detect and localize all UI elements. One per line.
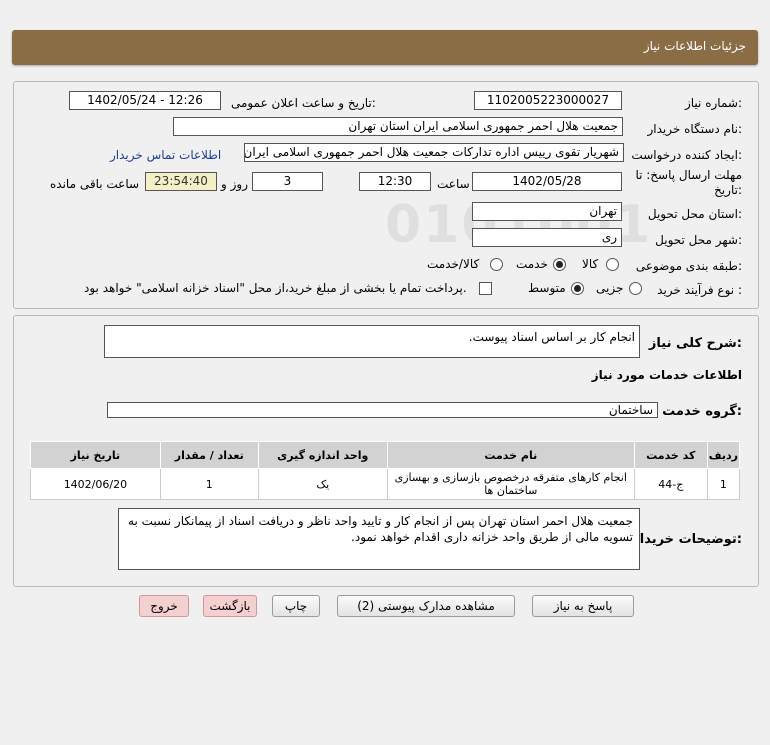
col-header-service-name: نام خدمت — [386, 441, 635, 469]
print-button[interactable]: چاپ — [272, 595, 320, 617]
deadline-date-value: 1402/05/28 — [472, 172, 622, 191]
deadline-time-value: 12:30 — [359, 172, 431, 191]
table-row: 1 ج-44 انجام کارهای متفرقه درخصوص بازساز… — [30, 468, 741, 500]
buyer-org-label: نام دستگاه خریدار: — [647, 122, 743, 136]
process-radio-medium[interactable] — [571, 282, 584, 295]
category-radio-goods[interactable] — [606, 258, 619, 271]
province-value: تهران — [472, 202, 622, 221]
services-section-title: اطلاعات خدمات مورد نیاز — [591, 368, 742, 382]
category-label: طبقه بندی موضوعی: — [635, 259, 742, 273]
buyer-notes-value: جمعیت هلال احمر استان تهران پس از انجام … — [118, 508, 640, 570]
col-header-quantity: تعداد / مقدار — [159, 441, 259, 469]
header-bar: جزئیات اطلاعات نیاز — [12, 30, 758, 65]
category-radio-service[interactable] — [553, 258, 566, 271]
cell-need-date: 1402/06/20 — [30, 468, 161, 500]
description-label: شرح کلی نیاز: — [648, 336, 742, 351]
col-header-unit: واحد اندازه گیری — [257, 441, 388, 469]
buyer-notes-label: توضیحات خریدار: — [632, 532, 742, 547]
back-button[interactable]: بازگشت — [203, 595, 257, 617]
process-label: نوع فرآیند خرید : — [657, 283, 742, 297]
requester-value: شهریار تقوی رییس اداره تدارکات جمعیت هلا… — [244, 143, 624, 162]
remaining-time-label: ساعت باقی مانده — [50, 177, 140, 191]
col-header-need-date: تاریخ نیاز — [30, 441, 161, 469]
process-option-minor: جزیی — [596, 281, 624, 295]
category-option-goods-service: کالا/خدمت — [427, 257, 480, 271]
cell-row-number: 1 — [706, 468, 741, 500]
category-radio-goods-service[interactable] — [490, 258, 503, 271]
need-info-panel — [13, 81, 759, 309]
cell-service-name: انجام کارهای متفرقه درخصوص بازسازی و بهس… — [386, 468, 635, 500]
category-option-service: خدمت — [516, 257, 548, 271]
cell-quantity: 1 — [159, 468, 259, 500]
deadline-label-line1: مهلت ارسال پاسخ: تا — [635, 168, 742, 182]
deadline-days-label: روز و — [221, 177, 248, 191]
deadline-label-line2: تاریخ: — [714, 183, 742, 197]
table-header-row: ردیف کد خدمت نام خدمت واحد اندازه گیری ت… — [30, 441, 741, 469]
view-documents-button[interactable]: مشاهده مدارک پیوستی (2) — [337, 595, 515, 617]
province-label: استان محل تحویل: — [647, 207, 742, 221]
page-title: جزئیات اطلاعات نیاز — [643, 39, 746, 53]
need-number-value: 1102005223000027 — [474, 91, 622, 110]
announce-datetime-value: 1402/05/24 - 12:26 — [69, 91, 221, 110]
buyer-contact-link[interactable]: اطلاعات تماس خریدار — [110, 148, 221, 162]
deadline-time-label: ساعت — [437, 177, 470, 191]
col-header-service-code: کد خدمت — [633, 441, 708, 469]
deadline-days-value: 3 — [252, 172, 323, 191]
requester-label: ایجاد کننده درخواست: — [631, 148, 742, 162]
city-label: شهر محل تحویل: — [655, 233, 742, 247]
service-group-label: گروه خدمت: — [662, 404, 742, 419]
treasury-checkbox-label: پرداخت تمام یا بخشی از مبلغ خرید،از محل … — [84, 281, 467, 295]
category-option-goods: کالا — [582, 257, 599, 271]
remaining-time-value: 23:54:40 — [145, 172, 217, 191]
exit-button[interactable]: خروج — [139, 595, 189, 617]
col-header-row-number: ردیف — [706, 441, 741, 469]
reply-button[interactable]: پاسخ به نیاز — [532, 595, 634, 617]
need-number-label: شماره نیاز: — [684, 96, 742, 110]
process-option-medium: متوسط — [528, 281, 566, 295]
process-radio-minor[interactable] — [629, 282, 642, 295]
city-value: ری — [472, 228, 622, 247]
description-value: انجام کار بر اساس اسناد پیوست. — [104, 325, 640, 358]
service-group-value: ساختمان — [107, 402, 658, 418]
services-table: ردیف کد خدمت نام خدمت واحد اندازه گیری ت… — [30, 441, 741, 500]
cell-service-code: ج-44 — [633, 468, 708, 500]
cell-unit: یک — [257, 468, 388, 500]
buyer-org-value: جمعیت هلال احمر جمهوری اسلامی ایران استا… — [173, 117, 623, 136]
announce-datetime-label: تاریخ و ساعت اعلان عمومی: — [231, 96, 376, 110]
treasury-checkbox[interactable] — [479, 282, 492, 295]
